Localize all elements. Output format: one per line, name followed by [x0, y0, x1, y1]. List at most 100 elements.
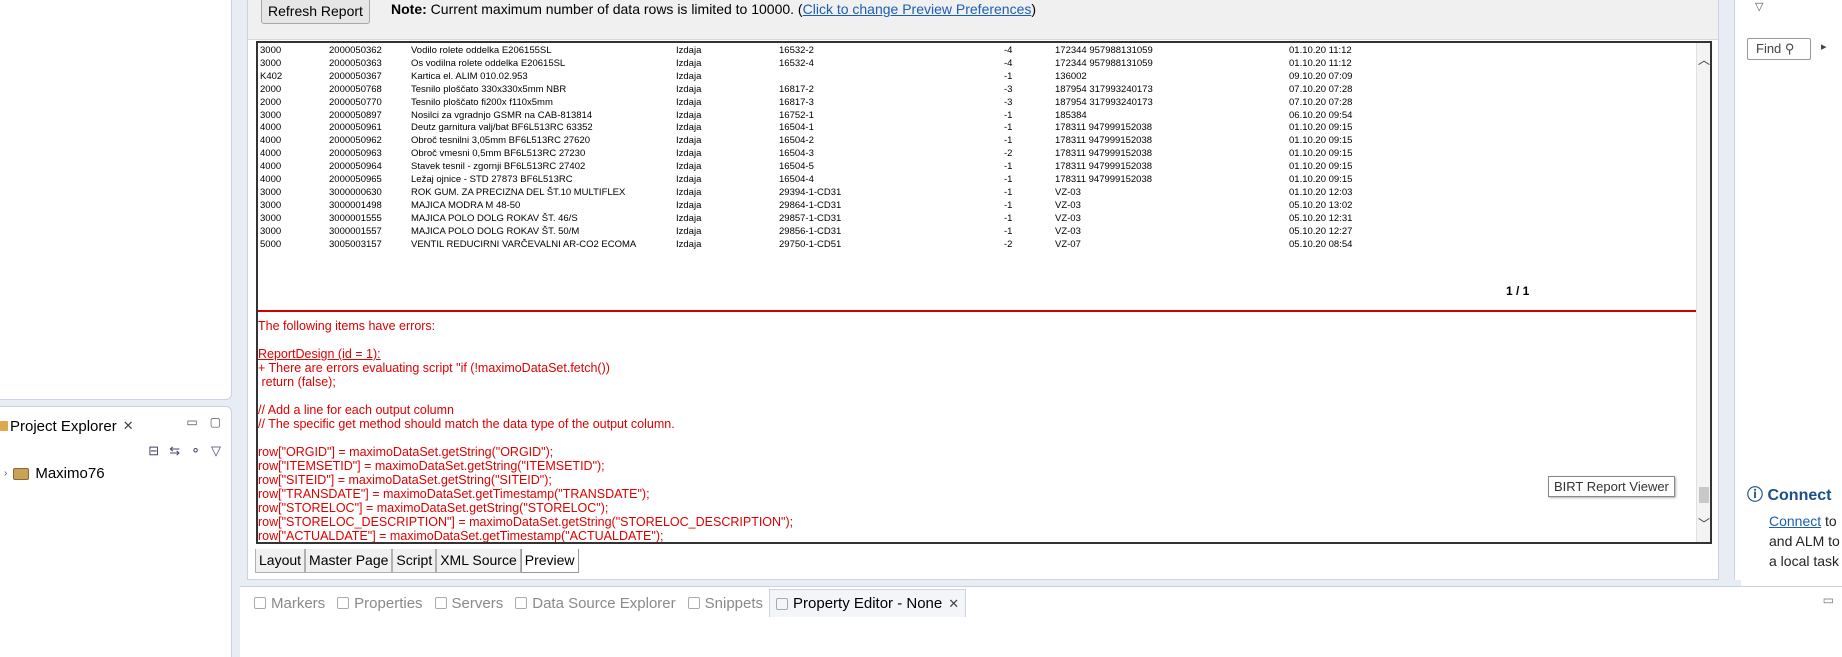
- tab-xml-source[interactable]: XML Source: [436, 549, 521, 573]
- find-input[interactable]: Find ⚲: [1747, 38, 1811, 60]
- chevron-right-icon[interactable]: ›: [4, 468, 7, 479]
- view-icon: [254, 597, 266, 609]
- report-editor: Refresh Report Note: Current maximum num…: [247, 0, 1719, 580]
- view-icon: [434, 597, 447, 609]
- connect-title: Connect: [1767, 487, 1832, 504]
- error-messages: The following items have errors: ReportDe…: [258, 319, 1699, 543]
- tab-label: Data Source Explorer: [532, 594, 676, 612]
- tree-item-maximo76[interactable]: › Maximo76: [4, 465, 105, 482]
- bottom-panel: Markers Properties Servers Data Source Expl…: [240, 586, 1842, 657]
- scrollbar-thumb[interactable]: [1699, 487, 1709, 503]
- error-line: row["ACTUALDATE"] = maximoDataSet.getTim…: [258, 529, 664, 543]
- tab-snippets[interactable]: Snippets: [682, 589, 769, 617]
- view-controls: ▭ ▢: [186, 415, 221, 429]
- right-panel-controls: ▽: [1755, 0, 1763, 13]
- report-table: 3000 2000050362 Vodilo rolete oddelka E206…: [258, 43, 1699, 311]
- tab-preview[interactable]: Preview: [520, 549, 579, 573]
- view-menu-icon[interactable]: ▭: [1823, 593, 1834, 607]
- table-cell: Izdaja: [676, 238, 702, 250]
- connect-line2: and ALM to: [1769, 533, 1840, 549]
- link-with-editor-icon[interactable]: ⇆: [169, 443, 180, 459]
- bottom-tabs: Markers Properties Servers Data Source Expl…: [248, 589, 967, 617]
- folder-icon: [0, 421, 8, 431]
- tab-data-source-explorer[interactable]: Data Source Explorer: [509, 589, 681, 617]
- error-line: row["STORELOC"] = maximoDataSet.getStrin…: [258, 501, 609, 515]
- chevron-up-icon[interactable]: ︿: [1698, 51, 1710, 68]
- connect-heading: ⓘ Connect: [1747, 481, 1831, 505]
- error-line: row["STORELOC_DESCRIPTION"] = maximoData…: [258, 515, 794, 529]
- tab-label: Properties: [354, 594, 423, 612]
- info-icon: ⓘ: [1747, 487, 1764, 504]
- error-line: [258, 431, 1699, 445]
- tooltip: BIRT Report Viewer: [1548, 476, 1675, 497]
- expand-icon[interactable]: ▸: [1821, 40, 1827, 53]
- left-top-panel: [0, 0, 232, 400]
- view-icon: [776, 597, 789, 610]
- project-explorer-toolbar: ⊟ ⇆ ⚬ ▽: [148, 443, 221, 459]
- eclipse-window: Project Explorer ✕ ▭ ▢ ⊟ ⇆ ⚬ ▽ › Maximo7…: [0, 0, 1842, 657]
- project-explorer-title: Project Explorer: [10, 417, 117, 435]
- refresh-report-button[interactable]: Refresh Report: [261, 0, 370, 24]
- error-line: return (false);: [258, 375, 336, 389]
- error-line: row["ORGID"] = maximoDataSet.getString("…: [258, 445, 554, 459]
- table-cell: VENTIL REDUCIRNI VARČEVALNI AR-CO2 ECOMA: [411, 238, 637, 250]
- collapse-all-icon[interactable]: ⊟: [148, 443, 159, 459]
- table-cell: 29750-1-CD51: [779, 238, 842, 250]
- tab-markers[interactable]: Markers: [248, 589, 331, 617]
- error-line: [258, 333, 1699, 347]
- tab-label: Markers: [271, 594, 326, 612]
- tab-label: Snippets: [704, 594, 764, 612]
- tab-servers[interactable]: Servers: [429, 589, 510, 617]
- vertical-scrollbar[interactable]: ︿ ﹀: [1696, 43, 1710, 542]
- maximize-icon[interactable]: ▢: [210, 415, 221, 429]
- connect-body: Connect to and ALM to a local task: [1769, 511, 1840, 571]
- note-end: ): [1031, 1, 1037, 17]
- row-limit-note: Note: Current maximum number of data row…: [391, 1, 1036, 17]
- search-icon: ⚲: [1784, 41, 1795, 56]
- error-line: // The specific get method should match …: [258, 417, 675, 431]
- close-icon[interactable]: ✕: [123, 418, 134, 434]
- connect-link[interactable]: Connect: [1769, 513, 1821, 529]
- view-icon: [515, 597, 528, 609]
- preview-preferences-link[interactable]: Click to change Preview Preferences: [803, 1, 1032, 17]
- project-icon: [13, 467, 30, 480]
- table-cell: 5000: [260, 238, 282, 250]
- tab-label: Servers: [451, 594, 504, 612]
- table-cell: 05.10.20 08:54: [1289, 238, 1353, 250]
- chevron-down-icon[interactable]: ﹀: [1698, 515, 1710, 532]
- error-line: The following items have errors:: [258, 319, 436, 333]
- connect-line3: a local task: [1769, 553, 1840, 569]
- tab-properties[interactable]: Properties: [331, 589, 428, 617]
- focus-icon[interactable]: ⚬: [190, 443, 201, 459]
- error-line: // Add a line for each output column: [258, 403, 454, 417]
- tree-item-label: Maximo76: [35, 465, 105, 482]
- view-icon: [687, 597, 700, 609]
- error-divider: [258, 310, 1699, 312]
- tab-master-page[interactable]: Master Page: [305, 549, 393, 573]
- connect-line1-rest: to: [1821, 513, 1837, 529]
- table-cell: -2: [1004, 238, 1013, 250]
- error-line: row["ITEMSETID"] = maximoDataSet.getStri…: [258, 459, 605, 473]
- error-line: row["SITEID"] = maximoDataSet.getString(…: [258, 473, 552, 487]
- page-indicator: 1 / 1: [1506, 284, 1530, 298]
- error-line: [258, 389, 1699, 403]
- view-menu-icon[interactable]: ▽: [211, 443, 221, 459]
- tab-script[interactable]: Script: [392, 549, 437, 573]
- table-cell: 3005003157: [329, 238, 382, 250]
- minimize-icon[interactable]: ▭: [186, 415, 197, 429]
- table-cell: VZ-07: [1055, 238, 1081, 250]
- view-menu-icon[interactable]: ▽: [1755, 1, 1763, 13]
- find-label: Find: [1756, 41, 1782, 56]
- tab-property-editor-none[interactable]: Property Editor - None ✕: [769, 589, 967, 617]
- view-icon: [337, 597, 350, 609]
- tab-layout[interactable]: Layout: [255, 549, 306, 573]
- error-line[interactable]: ReportDesign (id = 1):: [258, 347, 1699, 361]
- table-row: 5000 3005003157 VENTIL REDUCIRNI VARČEVALN…: [258, 237, 1699, 252]
- editor-tabs: Layout Master Page Script XML Source Preview: [255, 549, 579, 573]
- project-explorer-panel: Project Explorer ✕ ▭ ▢ ⊟ ⇆ ⚬ ▽ › Maximo7…: [0, 406, 232, 657]
- close-icon[interactable]: ✕: [948, 596, 959, 612]
- error-line: row["TRANSDATE"] = maximoDataSet.getTime…: [258, 487, 650, 501]
- preview-toolbar: Refresh Report Note: Current maximum num…: [248, 0, 1718, 40]
- project-explorer-tab[interactable]: Project Explorer ✕: [0, 415, 134, 437]
- birt-report-viewer: 3000 2000050362 Vodilo rolete oddelka E206…: [256, 41, 1712, 544]
